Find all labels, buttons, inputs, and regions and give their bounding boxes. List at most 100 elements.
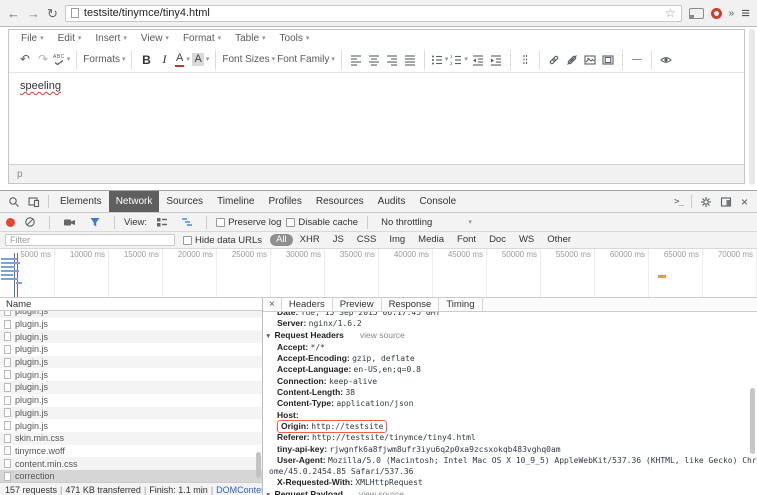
filter-type-doc[interactable]: Doc <box>483 234 512 246</box>
tab-network[interactable]: Network <box>109 191 160 212</box>
menu-insert[interactable]: Insert▾ <box>88 33 134 44</box>
table-row[interactable]: tinymce.woff <box>0 445 262 458</box>
detail-tab-preview[interactable]: Preview <box>333 298 382 311</box>
font-family-button[interactable]: Font Family▾ <box>277 51 335 69</box>
menu-table[interactable]: Table▾ <box>228 33 272 44</box>
view-grid-icon[interactable] <box>152 216 172 228</box>
menu-tools[interactable]: Tools▾ <box>273 33 317 44</box>
table-row[interactable]: plugin.js <box>0 394 262 407</box>
filter-type-media[interactable]: Media <box>412 234 450 246</box>
menu-format[interactable]: Format▾ <box>176 33 228 44</box>
filter-type-img[interactable]: Img <box>383 234 411 246</box>
align-justify-button[interactable] <box>402 51 418 69</box>
bookmark-star-icon[interactable]: ☆ <box>665 6 676 20</box>
filter-type-xhr[interactable]: XHR <box>294 234 326 246</box>
view-source-link[interactable]: view source <box>360 330 405 340</box>
table-row[interactable]: plugin.js <box>0 330 262 343</box>
tab-console[interactable]: Console <box>412 191 463 212</box>
cast-icon[interactable] <box>689 8 704 19</box>
background-color-button[interactable]: A▾ <box>192 51 209 69</box>
media-button[interactable] <box>600 51 616 69</box>
spellcheck-button[interactable]: ABC▾ <box>53 51 70 69</box>
table-row[interactable]: skin.min.css <box>0 432 262 445</box>
tab-sources[interactable]: Sources <box>159 191 210 212</box>
font-sizes-button[interactable]: Font Sizes▾ <box>222 51 275 69</box>
console-drawer-icon[interactable]: >_ <box>670 197 687 207</box>
element-path[interactable]: p <box>17 169 23 180</box>
detail-tab-response[interactable]: Response <box>382 298 440 311</box>
align-center-button[interactable] <box>366 51 382 69</box>
filter-type-all[interactable]: All <box>270 234 293 246</box>
name-column-header[interactable]: Name <box>0 298 262 311</box>
preview-button[interactable] <box>658 51 674 69</box>
table-row[interactable]: plugin.js <box>0 407 262 420</box>
view-source-link[interactable]: view source <box>359 489 404 495</box>
search-icon[interactable] <box>4 196 24 208</box>
align-left-button[interactable] <box>348 51 364 69</box>
filter-type-css[interactable]: CSS <box>351 234 383 246</box>
indent-button[interactable] <box>488 51 504 69</box>
detail-scrollbar[interactable] <box>750 388 755 454</box>
close-detail-icon[interactable]: × <box>263 298 282 311</box>
clear-icon[interactable] <box>20 216 40 228</box>
screenshot-camera-icon[interactable] <box>59 216 80 228</box>
menu-icon[interactable]: ≡ <box>741 5 750 22</box>
detail-tab-headers[interactable]: Headers <box>282 298 333 311</box>
back-icon[interactable]: ← <box>7 7 20 20</box>
table-row[interactable]: plugin.js <box>0 343 262 356</box>
table-row[interactable]: plugin.js <box>0 356 262 369</box>
tab-timeline[interactable]: Timeline <box>210 191 261 212</box>
checkbox-icon[interactable] <box>286 218 295 227</box>
disclosure-triangle-icon[interactable]: ▼ <box>265 333 271 340</box>
table-row[interactable]: plugin.js <box>0 318 262 331</box>
bullet-list-button[interactable]: ▾ <box>431 51 449 69</box>
table-row[interactable]: plugin.js <box>0 368 262 381</box>
detail-tab-timing[interactable]: Timing <box>439 298 482 311</box>
outdent-button[interactable] <box>470 51 486 69</box>
filter-type-js[interactable]: JS <box>327 234 350 246</box>
record-icon[interactable] <box>6 218 15 227</box>
url-text[interactable]: testsite/tinymce/tiny4.html <box>84 7 660 19</box>
dock-side-icon[interactable] <box>716 196 736 208</box>
filter-type-font[interactable]: Font <box>451 234 482 246</box>
table-row[interactable]: plugin.js <box>0 381 262 394</box>
network-overview-timeline[interactable]: 5000 ms10000 ms15000 ms20000 ms25000 ms3… <box>0 249 757 298</box>
italic-button[interactable]: I <box>156 51 172 69</box>
horizontal-rule-button[interactable]: — <box>629 51 645 69</box>
misspelled-word[interactable]: speeling <box>20 80 61 92</box>
requests-scrollbar[interactable] <box>256 452 261 478</box>
checkbox-icon[interactable] <box>216 218 225 227</box>
hide-data-urls-checkbox[interactable]: Hide data URLs <box>183 235 262 246</box>
table-row[interactable]: correction <box>0 470 262 482</box>
preserve-log-checkbox[interactable]: Preserve log <box>216 217 281 228</box>
menu-view[interactable]: View▾ <box>134 33 176 44</box>
table-row[interactable]: plugin.js <box>0 311 262 318</box>
table-row[interactable]: plugin.js <box>0 419 262 432</box>
menu-file[interactable]: File▾ <box>14 33 51 44</box>
filter-funnel-icon[interactable] <box>85 216 105 228</box>
unlink-button[interactable] <box>564 51 580 69</box>
device-toolbar-icon[interactable] <box>24 196 44 208</box>
disable-cache-checkbox[interactable]: Disable cache <box>286 217 358 228</box>
filter-input[interactable] <box>5 234 175 246</box>
extension-record-icon[interactable] <box>711 8 722 19</box>
address-bar[interactable]: testsite/tinymce/tiny4.html ☆ <box>65 5 682 22</box>
settings-gear-icon[interactable] <box>696 196 716 208</box>
tab-audits[interactable]: Audits <box>371 191 413 212</box>
view-waterfall-icon[interactable] <box>177 216 197 228</box>
undo-button[interactable]: ↶ <box>17 51 33 69</box>
page-scrollbar[interactable] <box>749 29 755 185</box>
image-button[interactable] <box>582 51 598 69</box>
menu-edit[interactable]: Edit▾ <box>51 33 89 44</box>
bold-button[interactable]: B <box>138 51 154 69</box>
checkbox-icon[interactable] <box>183 236 192 245</box>
redo-button[interactable]: ↷ <box>35 51 51 69</box>
filter-type-ws[interactable]: WS <box>513 234 540 246</box>
reload-icon[interactable]: ↻ <box>47 7 58 20</box>
overflow-icon[interactable]: » <box>729 8 735 19</box>
tab-elements[interactable]: Elements <box>53 191 109 212</box>
filter-type-other[interactable]: Other <box>541 234 577 246</box>
text-color-button[interactable]: A▾ <box>174 51 190 69</box>
numbered-list-button[interactable]: 12▾ <box>450 51 468 69</box>
pagebreak-button[interactable] <box>517 51 533 69</box>
